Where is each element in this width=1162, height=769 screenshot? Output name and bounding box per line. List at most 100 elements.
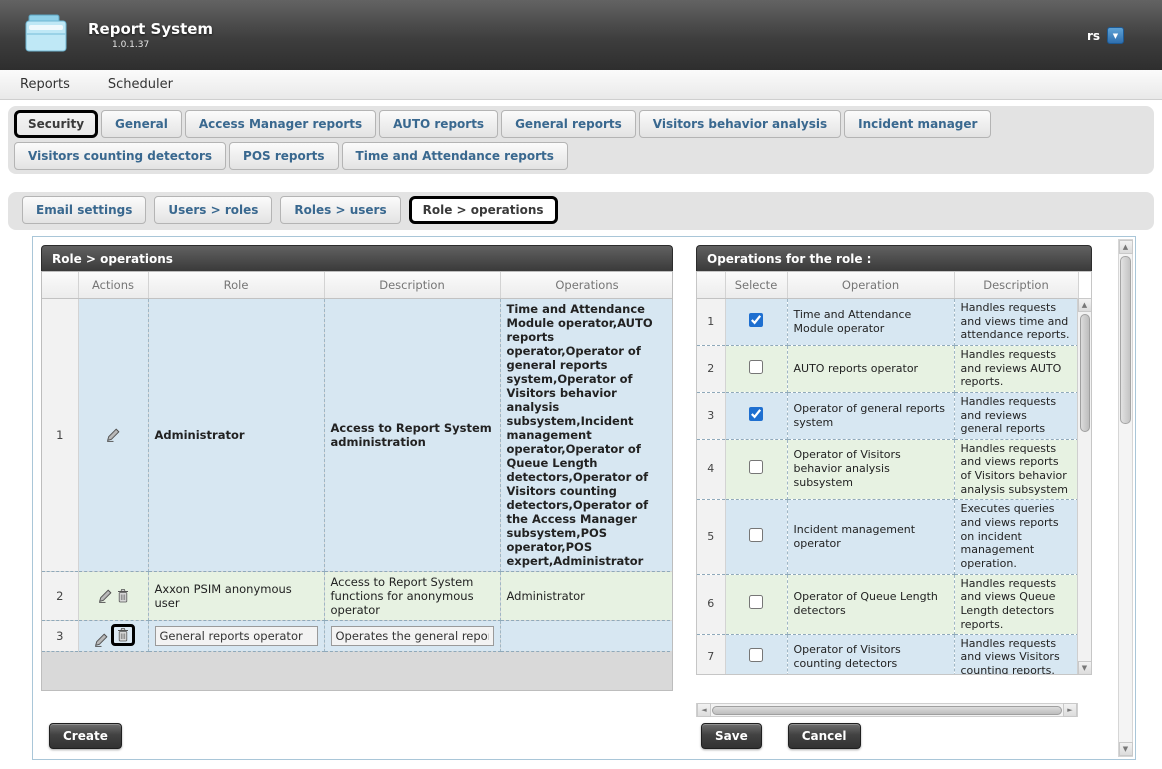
scrollbar-thumb[interactable]	[1080, 314, 1090, 432]
edit-icon[interactable]	[97, 587, 114, 604]
operations-panel: Operations for the role : Selecte Operat…	[696, 245, 1092, 675]
menubar: Reports Scheduler	[0, 70, 1162, 100]
app-title: Report System	[88, 20, 213, 38]
operation-checkbox[interactable]	[749, 360, 763, 374]
user-menu-dropdown-icon[interactable]: ▼	[1107, 27, 1124, 44]
folder-logo-icon	[23, 12, 71, 58]
column-header-operation: Operation	[787, 272, 954, 298]
operation-description: Executes queries and views reports on in…	[954, 499, 1078, 574]
operations-vertical-scrollbar[interactable]: ▲ ▼	[1077, 298, 1091, 675]
operations-table: Selecte Operation Description 1 Time and…	[697, 272, 1079, 675]
operation-description: Handles requests and views Visitors coun…	[954, 634, 1078, 675]
create-button[interactable]: Create	[49, 723, 122, 749]
scroll-right-icon[interactable]: ►	[1063, 703, 1077, 717]
report-tabs: Security General Access Manager reports …	[8, 106, 1154, 174]
roles-panel: Role > operations Actions Role Descripti…	[41, 245, 673, 691]
operation-checkbox[interactable]	[749, 595, 763, 609]
user-initials: rs	[1087, 29, 1100, 43]
operation-name: Operator of Queue Length detectors	[787, 574, 954, 634]
table-row: 2 Axxon PSIM anonymous user Access to Re…	[42, 571, 673, 620]
role-description: Access to Report System functions for an…	[324, 571, 500, 620]
menu-scheduler[interactable]: Scheduler	[108, 77, 173, 92]
row-number: 2	[42, 571, 78, 620]
scroll-up-icon[interactable]: ▲	[1078, 298, 1092, 312]
operation-description: Handles requests and reviews AUTO report…	[954, 345, 1078, 392]
subtab-roles-users[interactable]: Roles > users	[280, 196, 400, 224]
role-name-input[interactable]	[155, 626, 318, 646]
table-row: 3 Operator of general reports system Han…	[697, 392, 1078, 439]
role-description-input[interactable]	[331, 626, 494, 646]
role-operations: Administrator	[500, 571, 673, 620]
tab-general-reports[interactable]: General reports	[501, 110, 636, 138]
edit-icon[interactable]	[93, 631, 110, 648]
operations-table-body: Selecte Operation Description 1 Time and…	[696, 271, 1092, 675]
delete-icon[interactable]	[116, 588, 130, 604]
column-header-actions: Actions	[78, 272, 148, 298]
app-header: Report System 1.0.1.37 rs ▼	[0, 0, 1162, 70]
row-number: 2	[697, 345, 725, 392]
scrollbar-thumb[interactable]	[712, 706, 1062, 715]
operation-checkbox[interactable]	[749, 460, 763, 474]
subtab-users-roles[interactable]: Users > roles	[154, 196, 272, 224]
column-header-index	[697, 272, 725, 298]
row-number: 1	[697, 298, 725, 345]
operation-name: AUTO reports operator	[787, 345, 954, 392]
save-button[interactable]: Save	[701, 723, 762, 749]
column-header-description: Description	[954, 272, 1078, 298]
roles-panel-title: Role > operations	[41, 245, 673, 271]
subtab-email-settings[interactable]: Email settings	[22, 196, 146, 224]
operation-description: Handles requests and reviews general rep…	[954, 392, 1078, 439]
table-row: 2 AUTO reports operator Handles requests…	[697, 345, 1078, 392]
edit-icon[interactable]	[105, 426, 122, 443]
main-vertical-scrollbar[interactable]: ▲ ▼	[1118, 239, 1133, 757]
operation-checkbox[interactable]	[749, 313, 763, 327]
scrollbar-thumb[interactable]	[1120, 256, 1131, 424]
app-logo	[22, 11, 72, 59]
tab-auto-reports[interactable]: AUTO reports	[379, 110, 498, 138]
row-number: 5	[697, 499, 725, 574]
scroll-up-icon[interactable]: ▲	[1119, 240, 1133, 254]
tab-access-manager-reports[interactable]: Access Manager reports	[185, 110, 376, 138]
operations-horizontal-scrollbar[interactable]: ◄ ►	[696, 703, 1078, 717]
operation-name: Operator of Visitors counting detectors	[787, 634, 954, 675]
roles-table: Actions Role Description Operations 1	[42, 272, 673, 652]
scroll-down-icon[interactable]: ▼	[1119, 742, 1133, 756]
operation-checkbox[interactable]	[749, 528, 763, 542]
tab-visitors-behavior-analysis[interactable]: Visitors behavior analysis	[639, 110, 841, 138]
role-name: Axxon PSIM anonymous user	[148, 571, 324, 620]
role-name: Administrator	[148, 298, 324, 571]
tab-pos-reports[interactable]: POS reports	[229, 142, 339, 170]
scroll-left-icon[interactable]: ◄	[697, 703, 711, 717]
tab-incident-manager[interactable]: Incident manager	[844, 110, 991, 138]
row-number: 3	[697, 392, 725, 439]
row-number: 1	[42, 298, 78, 571]
operation-checkbox[interactable]	[749, 648, 763, 662]
column-header-operations: Operations	[500, 272, 673, 298]
main-content: Role > operations Actions Role Descripti…	[32, 236, 1136, 760]
tab-general[interactable]: General	[101, 110, 182, 138]
menu-reports[interactable]: Reports	[20, 77, 70, 92]
tab-visitors-counting-detectors[interactable]: Visitors counting detectors	[14, 142, 226, 170]
table-row: 5 Incident management operator Executes …	[697, 499, 1078, 574]
tab-security[interactable]: Security	[14, 110, 98, 138]
operation-description: Handles requests and views Queue Length …	[954, 574, 1078, 634]
operation-checkbox[interactable]	[749, 407, 763, 421]
highlight-box	[111, 624, 135, 646]
operation-name: Operator of Visitors behavior analysis s…	[787, 439, 954, 499]
column-header-description: Description	[324, 272, 500, 298]
row-number: 4	[697, 439, 725, 499]
table-row: 1 Administrator Access to Report System …	[42, 298, 673, 571]
cancel-button[interactable]: Cancel	[788, 723, 861, 749]
subtab-role-operations[interactable]: Role > operations	[409, 196, 558, 224]
role-operations	[500, 620, 673, 651]
operation-name: Incident management operator	[787, 499, 954, 574]
scroll-down-icon[interactable]: ▼	[1078, 661, 1092, 675]
delete-icon[interactable]	[116, 627, 130, 643]
operation-description: Handles requests and views reports of Vi…	[954, 439, 1078, 499]
tab-time-and-attendance-reports[interactable]: Time and Attendance reports	[342, 142, 568, 170]
operation-name: Operator of general reports system	[787, 392, 954, 439]
roles-table-body: Actions Role Description Operations 1	[41, 271, 673, 691]
table-row: 4 Operator of Visitors behavior analysis…	[697, 439, 1078, 499]
row-number: 3	[42, 620, 78, 651]
operation-name: Time and Attendance Module operator	[787, 298, 954, 345]
